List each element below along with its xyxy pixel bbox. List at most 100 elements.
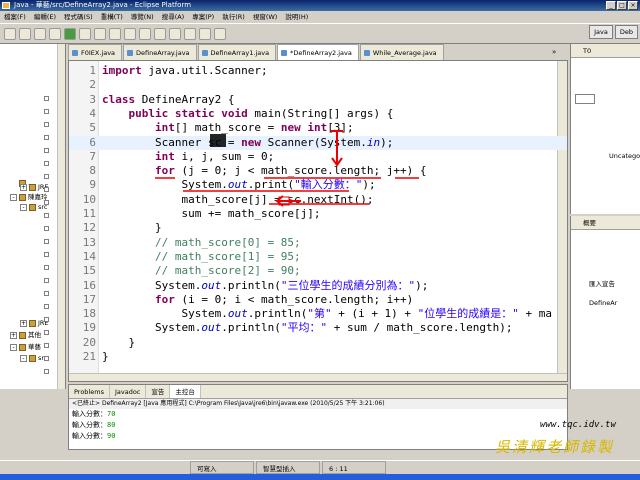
menu-item[interactable]: 程式碼(S)	[64, 11, 93, 23]
code-token: out	[201, 278, 222, 292]
line-number: 11	[82, 207, 96, 220]
expand-toggle-icon[interactable]: +	[20, 184, 27, 191]
expand-toggle-icon[interactable]: -	[10, 344, 17, 351]
outline-item-class[interactable]: DefineAr	[589, 299, 617, 307]
code-line[interactable]: 14 // math_score[1] = 95;	[69, 250, 567, 264]
code-line[interactable]: 12 }	[69, 221, 567, 235]
code-line[interactable]: 9 System.out.print("輸入分數：");	[69, 178, 567, 192]
expand-toggle-icon[interactable]: -	[20, 204, 27, 211]
editor-tab[interactable]: While_Average.java	[359, 44, 444, 60]
code-line[interactable]: 17 for (i = 0; i < math_score.length; i+…	[69, 293, 567, 307]
code-line[interactable]: 7 int i, j, sum = 0;	[69, 150, 567, 164]
code-token: i, j, sum = 0;	[174, 149, 275, 163]
expand-toggle-icon[interactable]: +	[10, 332, 17, 339]
menu-item[interactable]: 重構(T)	[101, 11, 123, 23]
minimize-icon[interactable]: _	[606, 1, 616, 10]
expand-toggle-icon[interactable]: +	[20, 320, 27, 327]
search-icon[interactable]	[154, 27, 166, 40]
line-number: 5	[89, 121, 96, 135]
code-line[interactable]: 10 math_score[j] = sc.nextInt();	[69, 193, 567, 207]
code-token: new	[241, 135, 261, 149]
editor-tab[interactable]: F0IEX.java	[68, 44, 123, 60]
editor-horizontal-scrollbar[interactable]	[69, 373, 567, 381]
new-package-icon[interactable]	[109, 27, 121, 40]
expand-toggle-icon[interactable]: -	[10, 194, 17, 201]
console-tabs: Problems Javadoc 宣告 主控台	[69, 385, 567, 399]
perspective-java[interactable]: Java	[589, 25, 613, 39]
menu-item[interactable]: 導覽(N)	[131, 11, 154, 23]
toolbar	[0, 23, 640, 44]
code-token: class	[102, 92, 136, 106]
tree-item[interactable]: - 華藝	[0, 342, 58, 353]
code-line[interactable]: 8 for (j = 0; j < math_score.length; j++…	[69, 164, 567, 178]
editor-tab[interactable]: DefineArray1.java	[197, 44, 277, 60]
print-icon[interactable]	[34, 27, 46, 40]
debug-icon[interactable]	[49, 27, 61, 40]
previous-annotation-icon[interactable]	[184, 27, 196, 40]
console-tab[interactable]: Javadoc	[110, 385, 147, 398]
console-output[interactable]: 輸入分數：70 輸入分數：80 輸入分數：90	[69, 409, 567, 442]
find-field[interactable]	[575, 94, 595, 104]
new-java-project-icon[interactable]	[94, 27, 106, 40]
line-number: 6	[89, 135, 96, 149]
code-line[interactable]: 18 System.out.println("第" + (i + 1) + "位…	[69, 307, 567, 321]
code-line[interactable]: 20 }	[69, 336, 567, 350]
code-line[interactable]: 19 System.out.println("平均：" + sum / math…	[69, 321, 567, 335]
tree-item[interactable]: + 其他	[0, 330, 58, 341]
console-tab[interactable]: 宣告	[146, 385, 171, 398]
code-line[interactable]: 1 import java.util.Scanner;	[69, 64, 567, 78]
explorer-scrollbar[interactable]	[57, 44, 65, 389]
tree-item[interactable]: - src	[0, 202, 58, 213]
next-annotation-icon[interactable]	[169, 27, 181, 40]
code-line[interactable]: 2	[69, 78, 567, 92]
menu-item[interactable]: 專案(P)	[192, 11, 214, 23]
window-title-bar: Java - 華藝/src/DefineArray2.java - Eclips…	[0, 0, 640, 11]
menu-item[interactable]: 視窗(W)	[253, 11, 278, 23]
editor-tab[interactable]: *DefineArray2.java	[277, 44, 359, 60]
line-number: 10	[82, 192, 96, 206]
code-line[interactable]: 13 // math_score[0] = 85;	[69, 236, 567, 250]
tree-item[interactable]: - src	[0, 353, 58, 364]
console-prompt: 輸入分數：	[72, 410, 107, 418]
code-line[interactable]: 4 public static void main(String[] args)…	[69, 107, 567, 121]
code-line[interactable]: 6 Scanner sc = new Scanner(System.in);	[69, 135, 567, 150]
external-tools-icon[interactable]	[79, 27, 91, 40]
code-text: int[] math_score = new int[3];	[102, 121, 354, 135]
console-tab[interactable]: Problems	[69, 385, 110, 398]
perspective-debug[interactable]: Deb	[614, 25, 638, 39]
expand-toggle-icon[interactable]: -	[20, 355, 27, 362]
close-icon[interactable]: ×	[628, 1, 638, 10]
open-type-icon[interactable]	[139, 27, 151, 40]
code-line[interactable]: 3 class DefineArray2 {	[69, 93, 567, 107]
maximize-icon[interactable]: □	[617, 1, 627, 10]
outline-item-imports[interactable]: 匯入宣告	[589, 278, 615, 288]
tree-item[interactable]: +JRE	[0, 318, 58, 329]
menu-item[interactable]: 編輯(E)	[34, 11, 56, 23]
console-tab[interactable]: 主控台	[170, 385, 201, 398]
editor-tab[interactable]: DefineArray.java	[123, 44, 197, 60]
menu-item[interactable]: 說明(H)	[285, 11, 308, 23]
more-tabs-icon[interactable]: »	[552, 44, 556, 60]
menu-item[interactable]: 執行(R)	[222, 11, 245, 23]
code-line[interactable]: 11 sum += math_score[j];	[69, 207, 567, 221]
code-line[interactable]: 15 // math_score[2] = 90;	[69, 264, 567, 278]
new-class-icon[interactable]	[124, 27, 136, 40]
code-token: "第"	[307, 307, 332, 321]
forward-icon[interactable]	[214, 27, 226, 40]
editor-tabs: F0IEX.java DefineArray.java DefineArray1.j…	[68, 44, 568, 60]
back-icon[interactable]	[199, 27, 211, 40]
line-number: 8	[89, 164, 96, 178]
run-icon[interactable]	[64, 27, 76, 40]
code-line[interactable]: 16 System.out.println("三位學生的成績分別為：");	[69, 279, 567, 293]
code-token: }	[102, 350, 109, 363]
code-line[interactable]: 5 int[] math_score = new int[3];	[69, 121, 567, 135]
menu-item[interactable]: 檔案(F)	[4, 11, 26, 23]
new-icon[interactable]	[4, 27, 16, 40]
save-icon[interactable]	[19, 27, 31, 40]
code-editor[interactable]: 1 import java.util.Scanner; 2 3 class Define…	[68, 60, 568, 382]
code-token: Scanner sc =	[102, 135, 242, 149]
menu-item[interactable]: 搜尋(A)	[162, 11, 185, 23]
window-title: Java - 華藝/src/DefineArray2.java - Eclips…	[14, 1, 192, 9]
code-line[interactable]: 21}	[69, 350, 567, 364]
